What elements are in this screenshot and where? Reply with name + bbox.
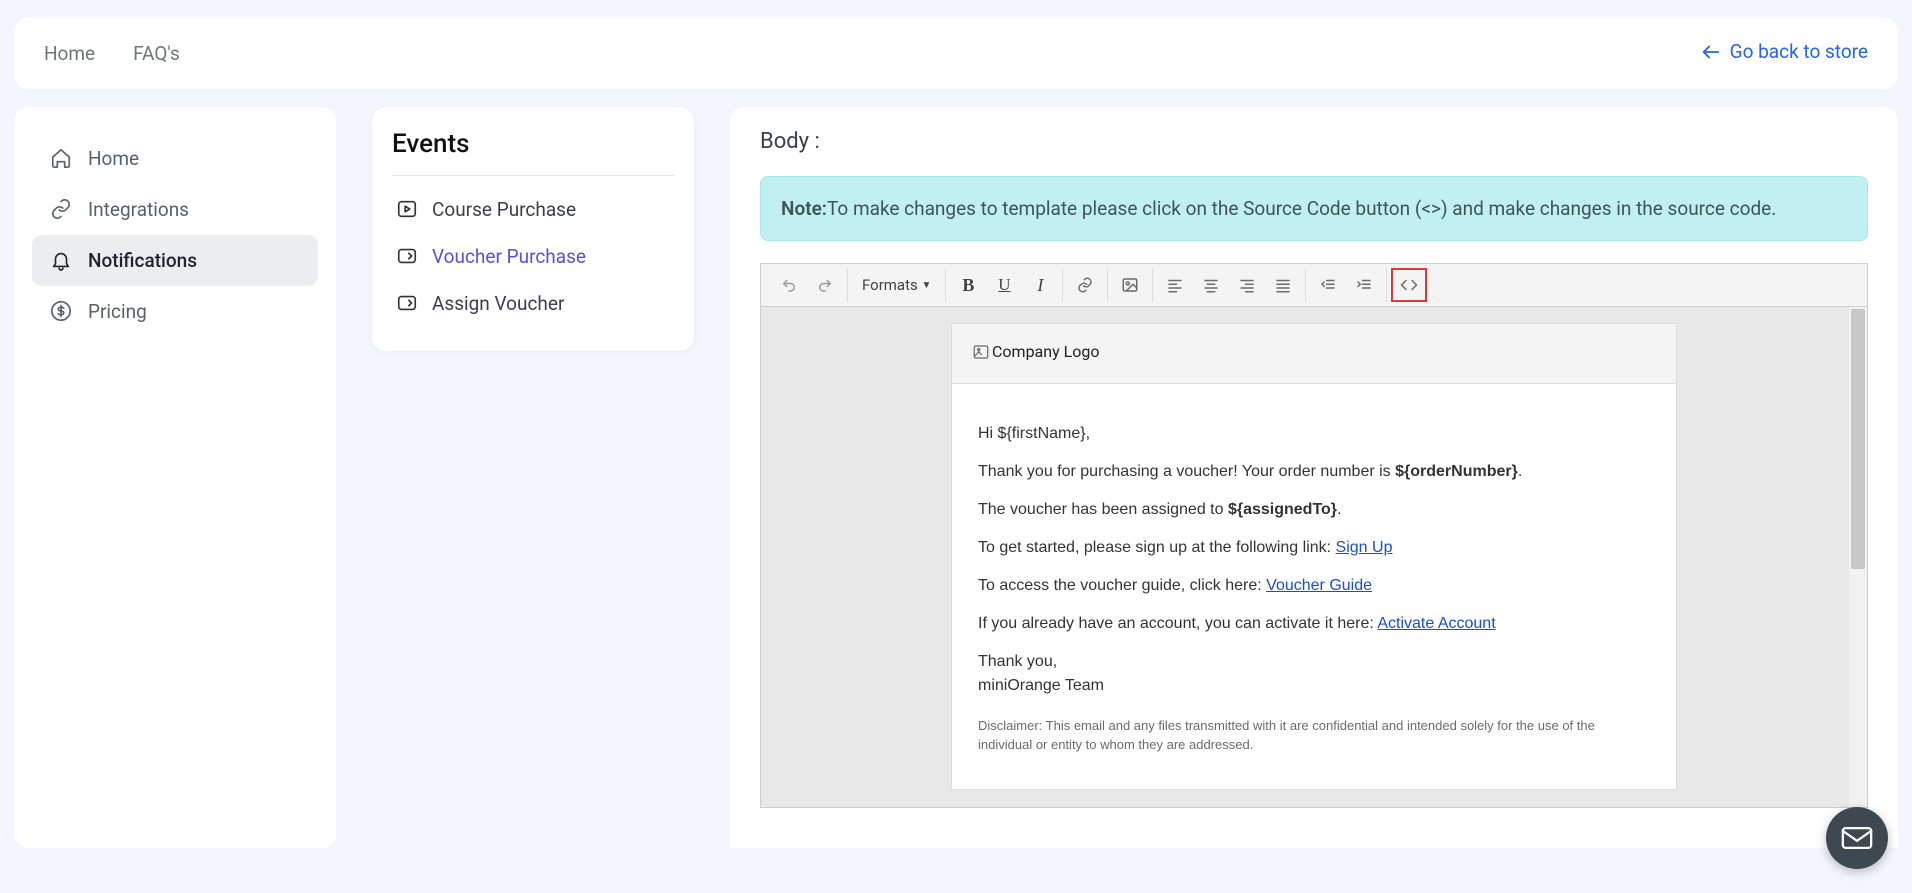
mail-greeting: Hi ${firstName}, <box>978 422 1650 446</box>
indent-button[interactable] <box>1346 268 1382 302</box>
events-title: Events <box>392 129 674 176</box>
note-text: To make changes to template please click… <box>827 197 1776 220</box>
event-item-label: Voucher Purchase <box>432 245 586 268</box>
scrollbar-thumb[interactable] <box>1851 309 1865 569</box>
code-icon <box>1400 276 1418 294</box>
link-icon <box>1076 276 1094 294</box>
editor-toolbar: Formats ▼ B U I <box>761 264 1867 307</box>
sidebar-item-label: Pricing <box>88 300 147 323</box>
sidebar-item-notifications[interactable]: Notifications <box>32 235 318 286</box>
formats-dropdown[interactable]: Formats ▼ <box>852 268 941 302</box>
mail-icon <box>1840 821 1874 855</box>
align-center-button[interactable] <box>1193 268 1229 302</box>
mail-line-signup: To get started, please sign up at the fo… <box>978 536 1650 560</box>
dollar-icon <box>50 300 72 322</box>
editor-body[interactable]: Company Logo Hi ${firstName}, Thank you … <box>761 307 1867 807</box>
link-icon <box>50 198 72 220</box>
mail-frame: Company Logo Hi ${firstName}, Thank you … <box>951 323 1677 790</box>
play-square-icon <box>396 198 418 220</box>
topbar: Home FAQ's Go back to store <box>14 18 1898 89</box>
editor-scrollbar[interactable] <box>1849 307 1867 807</box>
indent-icon <box>1355 276 1373 294</box>
voucher-assign-icon <box>396 292 418 314</box>
topbar-right: Go back to store <box>1700 40 1868 67</box>
event-item-voucher-purchase[interactable]: Voucher Purchase <box>392 233 674 280</box>
align-justify-button[interactable] <box>1265 268 1301 302</box>
events-panel: Events Course Purchase Voucher Purchase … <box>372 107 694 351</box>
go-back-link[interactable]: Go back to store <box>1700 40 1868 63</box>
align-left-icon <box>1166 276 1184 294</box>
body-label: Body : <box>760 129 1868 154</box>
mail-line-order: Thank you for purchasing a voucher! Your… <box>978 460 1650 484</box>
sidebar-item-home[interactable]: Home <box>32 133 318 184</box>
bold-button[interactable]: B <box>950 268 986 302</box>
outdent-icon <box>1319 276 1337 294</box>
mail-line-guide: To access the voucher guide, click here:… <box>978 574 1650 598</box>
go-back-label: Go back to store <box>1730 40 1868 63</box>
undo-icon <box>780 276 798 294</box>
ticket-icon <box>396 245 418 267</box>
mail-thanks: Thank you, miniOrange Team <box>978 650 1650 698</box>
link-button[interactable] <box>1067 268 1103 302</box>
event-item-label: Course Purchase <box>432 198 576 221</box>
caret-down-icon: ▼ <box>921 280 931 291</box>
home-icon <box>50 147 72 169</box>
signup-link[interactable]: Sign Up <box>1336 539 1393 556</box>
mail-fab[interactable] <box>1826 807 1888 869</box>
mail-line-assigned: The voucher has been assigned to ${assig… <box>978 498 1650 522</box>
align-right-button[interactable] <box>1229 268 1265 302</box>
sidebar-item-label: Home <box>88 147 139 170</box>
topbar-left: Home FAQ's <box>44 42 214 65</box>
arrow-left-icon <box>1700 41 1722 63</box>
event-item-course-purchase[interactable]: Course Purchase <box>392 186 674 233</box>
editor: Formats ▼ B U I <box>760 263 1868 808</box>
broken-image-icon <box>972 343 990 361</box>
formats-label: Formats <box>862 276 918 294</box>
underline-button[interactable]: U <box>986 268 1022 302</box>
voucher-guide-link[interactable]: Voucher Guide <box>1266 577 1372 594</box>
align-left-button[interactable] <box>1157 268 1193 302</box>
mail-header: Company Logo <box>952 324 1676 384</box>
italic-button[interactable]: I <box>1022 268 1058 302</box>
activate-account-link[interactable]: Activate Account <box>1377 615 1495 632</box>
sidebar-item-label: Integrations <box>88 198 189 221</box>
image-button[interactable] <box>1112 268 1148 302</box>
redo-button[interactable] <box>807 268 843 302</box>
mail-content: Hi ${firstName}, Thank you for purchasin… <box>952 384 1676 789</box>
align-center-icon <box>1202 276 1220 294</box>
source-code-button[interactable] <box>1391 268 1427 302</box>
content-panel: Body : Note:To make changes to template … <box>730 107 1898 848</box>
mail-line-activate: If you already have an account, you can … <box>978 612 1650 636</box>
undo-button[interactable] <box>771 268 807 302</box>
sidebar: Home Integrations Notifications Pricing <box>14 107 336 848</box>
align-justify-icon <box>1274 276 1292 294</box>
align-right-icon <box>1238 276 1256 294</box>
nav-home[interactable]: Home <box>44 42 95 65</box>
company-logo-broken: Company Logo <box>972 342 1099 361</box>
nav-faqs[interactable]: FAQ's <box>133 42 180 65</box>
sidebar-item-label: Notifications <box>88 249 197 272</box>
outdent-button[interactable] <box>1310 268 1346 302</box>
image-icon <box>1121 276 1139 294</box>
bell-icon <box>50 249 72 271</box>
sidebar-item-integrations[interactable]: Integrations <box>32 184 318 235</box>
redo-icon <box>816 276 834 294</box>
note-bold: Note: <box>781 197 827 220</box>
mail-disclaimer: Disclaimer: This email and any files tra… <box>978 716 1650 755</box>
event-item-label: Assign Voucher <box>432 292 564 315</box>
layout: Home Integrations Notifications Pricing … <box>0 107 1912 862</box>
logo-alt-text: Company Logo <box>992 342 1099 361</box>
note-box: Note:To make changes to template please … <box>760 176 1868 242</box>
sidebar-item-pricing[interactable]: Pricing <box>32 286 318 337</box>
event-item-assign-voucher[interactable]: Assign Voucher <box>392 280 674 327</box>
